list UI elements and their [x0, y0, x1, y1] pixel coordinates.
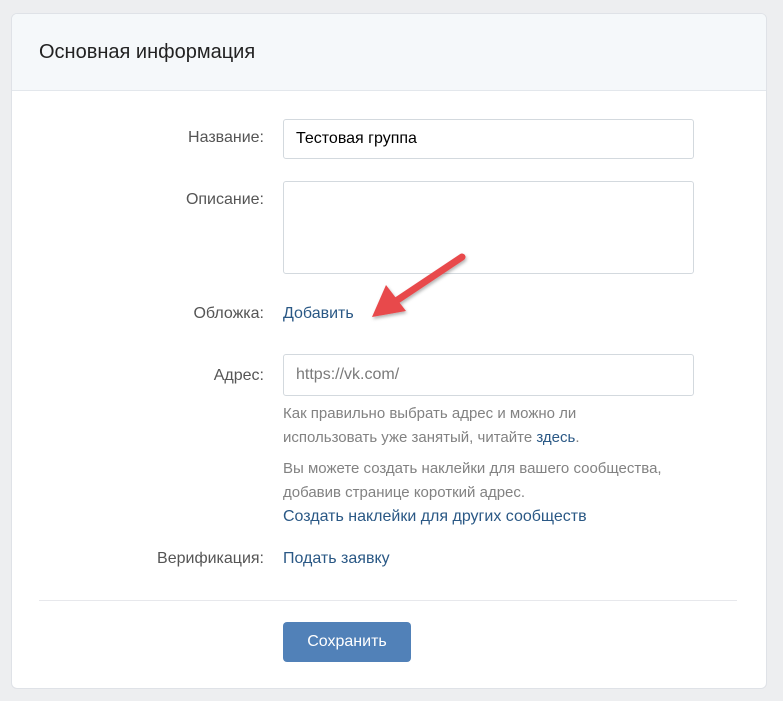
- stickers-hint-line1: Вы можете создать наклейки для вашего со…: [283, 460, 662, 477]
- verification-label: Верификация:: [157, 550, 264, 567]
- address-hint: Как правильно выбрать адрес и можно ли и…: [283, 402, 763, 450]
- create-stickers-link[interactable]: Создать наклейки для других сообществ: [283, 507, 587, 527]
- stickers-hint: Вы можете создать наклейки для вашего со…: [283, 457, 763, 505]
- card-header: Основная информация: [12, 14, 766, 91]
- address-hint-line2: использовать уже занятый, читайте здесь.: [283, 426, 763, 450]
- description-textarea[interactable]: [283, 181, 694, 274]
- divider: [39, 600, 737, 601]
- cover-label: Обложка:: [193, 305, 264, 322]
- add-cover-link[interactable]: Добавить: [283, 304, 354, 324]
- description-label: Описание:: [185, 191, 264, 208]
- page-title: Основная информация: [39, 41, 256, 63]
- apply-verification-link[interactable]: Подать заявку: [283, 549, 390, 569]
- stickers-hint-line2: добавив странице короткий адрес.: [283, 484, 526, 501]
- name-label: Название:: [188, 129, 264, 146]
- address-hint-line1: Как правильно выбрать адрес и можно ли: [283, 405, 577, 422]
- save-button[interactable]: Сохранить: [283, 622, 411, 662]
- name-input[interactable]: [283, 119, 694, 159]
- address-input[interactable]: [283, 354, 694, 396]
- address-help-link[interactable]: здесь: [536, 429, 575, 446]
- main-info-card: Основная информация Название: Описание: …: [11, 13, 767, 689]
- address-hint-text: использовать уже занятый, читайте: [283, 429, 537, 446]
- address-hint-period: .: [575, 429, 580, 446]
- address-label: Адрес:: [213, 367, 264, 384]
